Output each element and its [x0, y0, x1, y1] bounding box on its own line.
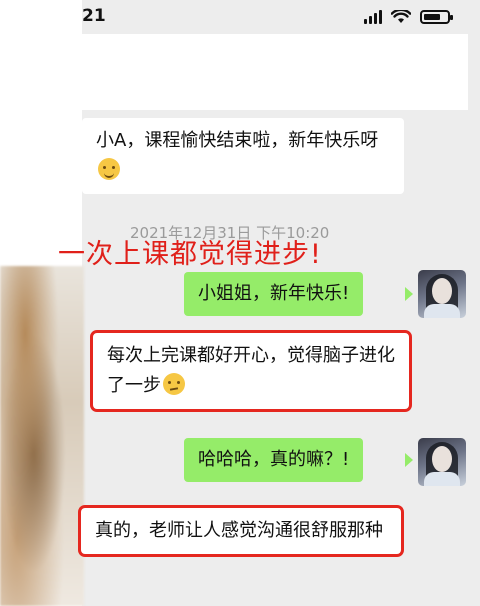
side-photo	[0, 266, 84, 606]
message-text: 每次上完课都好开心，觉得脑子进化了一步	[107, 345, 395, 396]
status-time: 21	[82, 6, 106, 26]
signal-icon	[364, 10, 382, 24]
message-bubble-received-highlighted[interactable]: 每次上完课都好开心，觉得脑子进化了一步	[90, 330, 412, 412]
message-bubble-sent[interactable]: 哈哈哈，真的嘛？!	[184, 438, 364, 482]
message-bubble-received-highlighted[interactable]: 真的，老师让人感觉沟通很舒服那种	[78, 505, 404, 557]
message-bubble-received[interactable]: 小A，课程愉快结束啦，新年快乐呀	[82, 118, 404, 194]
message-bubble-sent[interactable]: 小姐姐，新年快乐!	[184, 272, 364, 316]
bubble-tail	[405, 287, 413, 301]
previous-message-card	[82, 34, 468, 110]
bubble-tail	[405, 453, 413, 467]
battery-icon	[420, 10, 453, 24]
message-text: 哈哈哈，真的嘛？!	[198, 449, 350, 470]
wifi-icon	[391, 10, 411, 23]
status-icons	[364, 10, 453, 24]
avatar[interactable]	[418, 438, 466, 486]
avatar[interactable]	[418, 270, 466, 318]
message-text: 真的，老师让人感觉沟通很舒服那种	[95, 520, 383, 541]
thinking-emoji-icon	[163, 373, 185, 395]
message-text: 小姐姐，新年快乐!	[198, 283, 350, 304]
message-text: 小A，课程愉快结束啦，新年快乐呀	[96, 130, 379, 151]
smile-emoji-icon	[98, 158, 120, 180]
overlay-headline: 一次上课都觉得进步!	[58, 239, 322, 270]
